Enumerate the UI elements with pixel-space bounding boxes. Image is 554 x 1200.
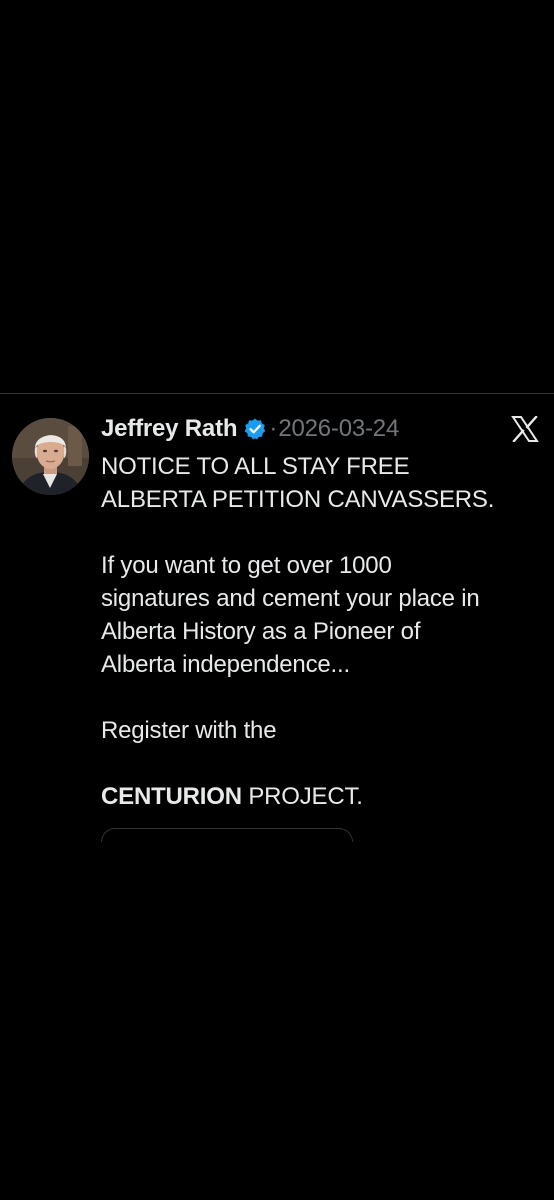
tweet-paragraph-4: CENTURION PROJECT. [101, 780, 541, 813]
tweet-line-rest: PROJECT. [241, 783, 363, 810]
tweet-paragraph-2: If you want to get over 1000 signatures … [101, 549, 541, 681]
tweet-line: If you want to get over 1000 [101, 552, 392, 579]
verified-badge-icon [243, 417, 267, 441]
author-name[interactable]: Jeffrey Rath [101, 415, 238, 443]
tweet-line: ALBERTA PETITION CANVASSERS. [101, 486, 495, 513]
tweet-date[interactable]: 2026-03-24 [278, 415, 399, 443]
link-card-preview[interactable] [101, 828, 353, 842]
tweet-line: Register with the [101, 717, 277, 744]
avatar-image [12, 418, 89, 495]
tweet-header: Jeffrey Rath · 2026-03-24 [101, 412, 399, 446]
tweet-card[interactable]: Jeffrey Rath · 2026-03-24 NOTICE TO ALL … [0, 394, 554, 854]
tweet-line: Alberta independence... [101, 651, 350, 678]
bold-word: CENTURION [101, 783, 242, 810]
tweet-text: NOTICE TO ALL STAY FREE ALBERTA PETITION… [101, 450, 541, 813]
tweet-line: CENTURION PROJECT. [101, 780, 541, 813]
separator-dot: · [269, 415, 278, 442]
tweet-paragraph-3: Register with the [101, 714, 541, 747]
tweet-paragraph-1: NOTICE TO ALL STAY FREE ALBERTA PETITION… [101, 450, 541, 516]
x-logo-icon[interactable] [511, 415, 539, 443]
avatar[interactable] [12, 418, 89, 495]
tweet-line: signatures and cement your place in [101, 585, 480, 612]
tweet-line: Alberta History as a Pioneer of [101, 618, 421, 645]
tweet-line: NOTICE TO ALL STAY FREE [101, 453, 410, 480]
